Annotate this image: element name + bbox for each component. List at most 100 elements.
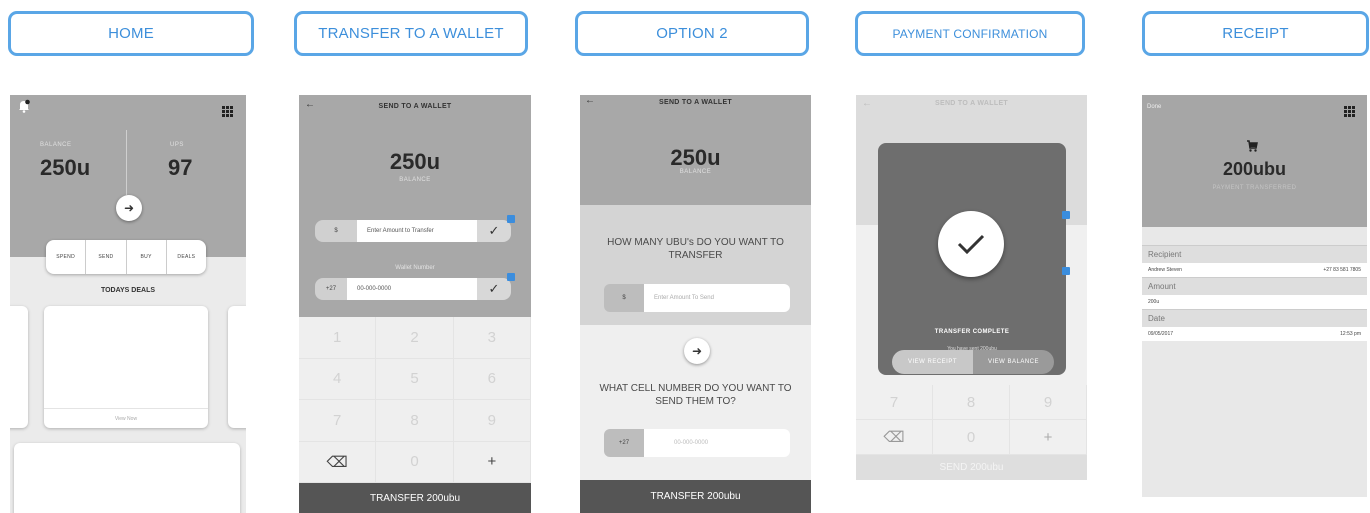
key-8[interactable]: 8 (933, 385, 1010, 420)
amount-input[interactable]: Enter Amount to Transfer (357, 220, 477, 242)
recipient-header: Recipient (1142, 245, 1367, 263)
key-3[interactable]: 3 (453, 317, 531, 359)
ups-label: UPS (170, 142, 184, 148)
recipient-phone: +27 83 581 7805 (1323, 267, 1361, 273)
tab-spend[interactable]: SPEND (46, 240, 87, 274)
confirmation-title: SEND TO A WALLET (935, 100, 1008, 107)
key-8[interactable]: 8 (376, 400, 454, 442)
transfer-button[interactable]: TRANSFER 200ubu (299, 483, 531, 513)
home-screen: BALANCE 250u UPS 97 ➜ SPEND SEND BUY DEA… (10, 95, 246, 513)
key-9[interactable]: 9 (1010, 385, 1087, 420)
arrow-right-icon[interactable]: ➜ (684, 338, 710, 364)
key-6[interactable]: 6 (453, 358, 531, 400)
option2-balance-label: BALANCE (679, 169, 712, 175)
deal-card-right[interactable] (228, 306, 246, 428)
receipt-amount: 200ubu (1222, 159, 1287, 179)
phone-prefix: +27 (315, 278, 347, 300)
bell-icon[interactable] (17, 99, 31, 113)
option2-screen: ← SEND TO A WALLET 250u BALANCE HOW MANY… (580, 95, 811, 513)
amount-value: 200u (1148, 299, 1160, 305)
home-tabs: SPEND SEND BUY DEALS (46, 240, 206, 274)
key-plus[interactable]: + (453, 441, 531, 483)
transfer-balance-value: 250u (389, 149, 441, 174)
amount-input-row: $ Enter Amount to Transfer ✓ (315, 220, 511, 242)
view-balance-button[interactable]: VIEW BALANCE (973, 350, 1054, 374)
amount-input[interactable]: Enter Amount To Send (644, 284, 790, 312)
phone-input-row: +27 00-000-0000 ✓ (315, 278, 511, 300)
option2-phone-row: +27 00-000-0000 (604, 429, 790, 457)
receipt-caption: PAYMENT TRANSFERRED (1212, 185, 1297, 191)
key-7[interactable]: 7 (299, 400, 377, 442)
tab-deals[interactable]: DEALS (167, 240, 206, 274)
view-now-link[interactable]: View Now (44, 408, 208, 428)
label-confirmation: PAYMENT CONFIRMATION (855, 11, 1085, 56)
label-option2: OPTION 2 (575, 11, 809, 56)
phone-prefix: +27 (604, 429, 644, 457)
label-receipt: RECEIPT (1142, 11, 1369, 56)
option2-balance-value: 250u (670, 145, 721, 170)
transfer-screen: ← SEND TO A WALLET 250u BALANCE $ Enter … (299, 95, 531, 513)
amount-row: 200u (1142, 295, 1367, 309)
confirmation-screen: ← SEND TO A WALLET 7 8 9 ⌫ 0 + SEND 200u… (856, 95, 1087, 480)
date-header: Date (1142, 309, 1367, 327)
deal-card-left[interactable] (10, 306, 28, 428)
key-7[interactable]: 7 (856, 385, 933, 420)
amount-header: Amount (1142, 277, 1367, 295)
transfer-title: SEND TO A WALLET (378, 103, 452, 110)
phone-input[interactable]: 00-000-0000 (347, 278, 477, 300)
tab-send[interactable]: SEND (86, 240, 127, 274)
info-badge-icon (1062, 267, 1070, 275)
done-button[interactable]: Done (1147, 104, 1161, 110)
recipient-row: Andrew Steven +27 83 581 7805 (1142, 263, 1367, 277)
transfer-complete-title: TRANSFER COMPLETE (934, 329, 1010, 335)
amount-prefix: $ (315, 220, 357, 242)
backspace-icon[interactable]: ⌫ (299, 441, 377, 483)
phone-input[interactable]: 00-000-0000 (644, 429, 790, 457)
check-icon[interactable]: ✓ (477, 220, 511, 242)
key-0[interactable]: 0 (376, 441, 454, 483)
check-icon[interactable]: ✓ (477, 278, 511, 300)
label-transfer: TRANSFER TO A WALLET (294, 11, 528, 56)
key-5[interactable]: 5 (376, 358, 454, 400)
key-1[interactable]: 1 (299, 317, 377, 359)
tab-buy[interactable]: BUY (127, 240, 167, 274)
key-4[interactable]: 4 (299, 358, 377, 400)
grid-menu-icon[interactable] (222, 104, 233, 117)
option2-transfer-button[interactable]: TRANSFER 200ubu (580, 480, 811, 513)
date-row: 09/05/2017 12:53 pm (1142, 327, 1367, 341)
deal-card-bottom[interactable] (14, 443, 240, 513)
balance-value: 250u (40, 155, 91, 180)
recipient-name: Andrew Steven (1148, 267, 1182, 273)
keypad: 1 2 3 4 5 6 7 8 9 ⌫ 0 + (299, 317, 531, 483)
question-amount: HOW MANY UBU's DO YOU WANT TO TRANSFER (607, 237, 784, 261)
keypad-faded: 7 8 9 ⌫ 0 + (856, 385, 1087, 455)
view-receipt-button[interactable]: VIEW RECEIPT (892, 350, 973, 374)
arrow-right-icon[interactable]: ➜ (116, 195, 142, 221)
amount-prefix: $ (604, 284, 644, 312)
deals-title: TODAYS DEALS (100, 287, 156, 294)
question-phone: WHAT CELL NUMBER DO YOU WANT TO SEND THE… (599, 383, 792, 407)
balance-label: BALANCE (40, 142, 72, 148)
transfer-balance-label: BALANCE (399, 177, 431, 183)
deal-card-main[interactable]: View Now (44, 306, 208, 428)
info-badge-icon (1062, 211, 1070, 219)
send-button[interactable]: SEND 200ubu (856, 455, 1087, 480)
key-9[interactable]: 9 (453, 400, 531, 442)
key-0[interactable]: 0 (933, 420, 1010, 455)
info-badge-icon (507, 273, 515, 281)
ups-value: 97 (168, 155, 193, 180)
receipt-screen: Done 200ubu PAYMENT TRANSFERRED Recipien… (1142, 95, 1367, 497)
shopping-cart-icon (1246, 139, 1258, 152)
time-value: 12:53 pm (1340, 331, 1361, 337)
key-plus[interactable]: + (1010, 420, 1087, 455)
info-badge-icon (507, 215, 515, 223)
wallet-number-label: Wallet Number (395, 265, 435, 271)
key-2[interactable]: 2 (376, 317, 454, 359)
label-home: HOME (8, 11, 254, 56)
date-value: 09/05/2017 (1148, 331, 1174, 337)
option2-title: SEND TO A WALLET (659, 99, 732, 106)
divider (126, 130, 127, 195)
grid-menu-icon[interactable] (1344, 104, 1355, 117)
checkmark-icon (938, 211, 1004, 277)
backspace-icon[interactable]: ⌫ (856, 420, 933, 455)
